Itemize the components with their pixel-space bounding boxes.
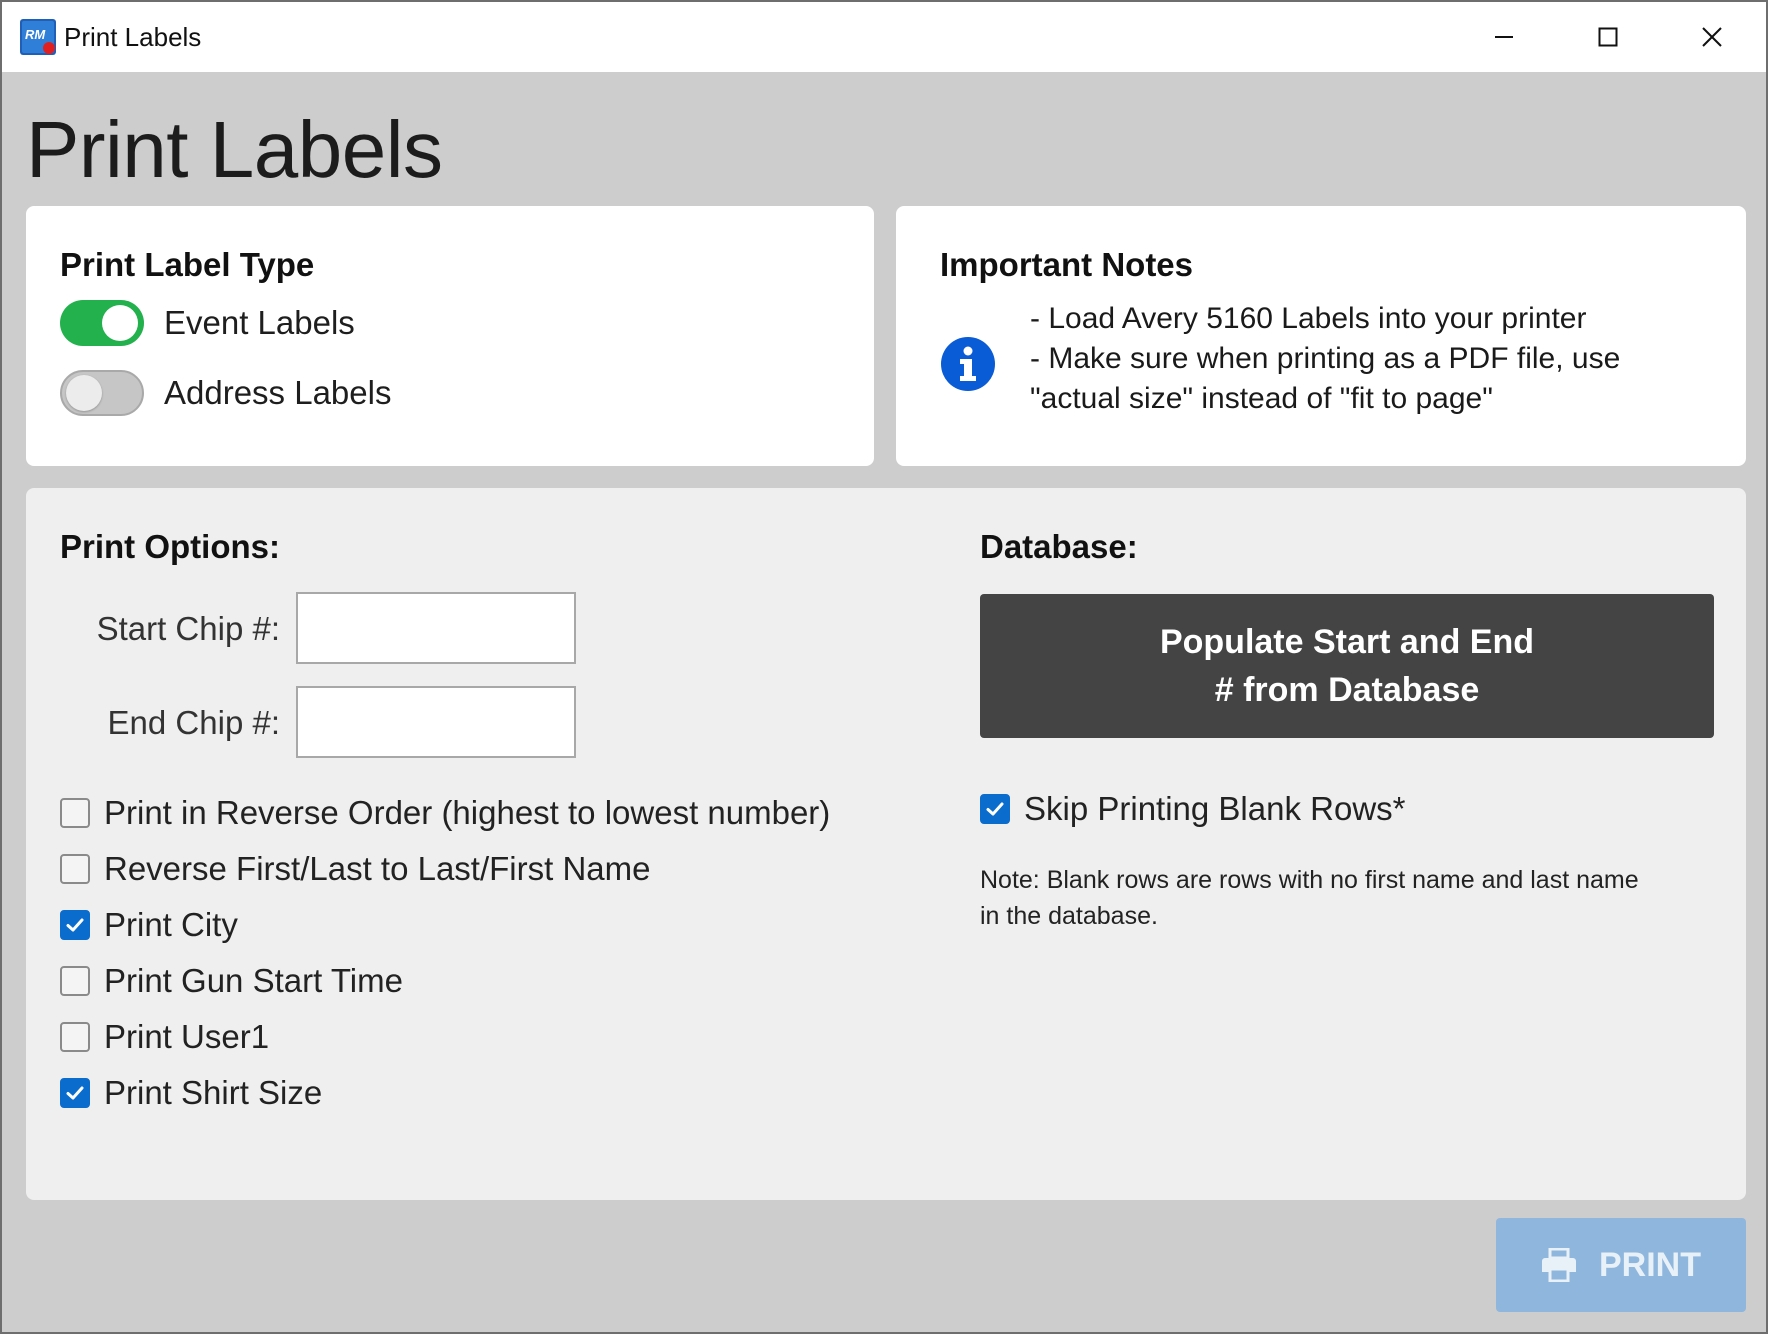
populate-from-database-button[interactable]: Populate Start and End # from Database	[980, 594, 1714, 738]
print-options-heading: Print Options:	[60, 528, 280, 565]
event-labels-toggle[interactable]	[60, 300, 144, 346]
minimize-button[interactable]	[1452, 2, 1556, 72]
info-icon	[941, 337, 995, 391]
shirt-size-checkbox-row[interactable]: Print Shirt Size	[60, 1074, 322, 1112]
printer-icon	[1542, 1248, 1576, 1282]
reverse-order-label: Print in Reverse Order (highest to lowes…	[104, 794, 831, 831]
print-city-label: Print City	[104, 906, 238, 943]
address-labels-label: Address Labels	[164, 374, 392, 411]
svg-text:RM: RM	[25, 27, 46, 42]
print-labels-window: RM Print Labels Print Labels Print Label…	[0, 0, 1768, 1334]
maximize-icon	[1598, 27, 1618, 47]
reverse-name-checkbox[interactable]	[60, 854, 90, 884]
checkmark-icon	[986, 802, 1004, 816]
user1-checkbox-row[interactable]: Print User1	[60, 1018, 269, 1056]
print-options-card: Print Options: Start Chip #: End Chip #:…	[26, 488, 1746, 1200]
end-chip-input[interactable]	[296, 686, 576, 758]
blank-rows-note-line-1: Note: Blank rows are rows with no first …	[980, 866, 1639, 894]
database-heading: Database:	[980, 528, 1138, 565]
reverse-order-checkbox[interactable]	[60, 798, 90, 828]
print-city-checkbox-row[interactable]: Print City	[60, 906, 238, 944]
start-chip-label: Start Chip #:	[96, 610, 280, 647]
event-labels-label: Event Labels	[164, 304, 355, 341]
page-title: Print Labels	[26, 105, 443, 194]
reverse-order-checkbox-row[interactable]: Print in Reverse Order (highest to lowes…	[60, 794, 830, 832]
populate-button-line-1: Populate Start and End	[1159, 623, 1535, 661]
event-labels-toggle-row[interactable]: Event Labels	[60, 300, 355, 346]
skip-blank-rows-label: Skip Printing Blank Rows*	[1024, 790, 1406, 827]
start-chip-input[interactable]	[296, 592, 576, 664]
skip-blank-rows-checkbox[interactable]	[980, 794, 1010, 824]
gun-start-checkbox-row[interactable]: Print Gun Start Time	[60, 962, 403, 1000]
window-title: Print Labels	[64, 22, 202, 52]
checkmark-icon	[66, 1086, 84, 1100]
note-line-3: "actual size" instead of "fit to page"	[1030, 382, 1493, 415]
title-bar: RM Print Labels	[2, 2, 1766, 72]
print-button-label: PRINT	[1599, 1245, 1701, 1284]
maximize-button[interactable]	[1556, 2, 1660, 72]
populate-button-line-2: # from Database	[1214, 671, 1480, 709]
gun-start-label: Print Gun Start Time	[104, 962, 403, 999]
blank-rows-note-line-2: in the database.	[980, 902, 1158, 930]
note-line-2: - Make sure when printing as a PDF file,…	[1030, 342, 1621, 375]
address-labels-toggle-row[interactable]: Address Labels	[60, 370, 391, 416]
note-line-1: - Load Avery 5160 Labels into your print…	[1030, 302, 1587, 335]
shirt-size-checkbox[interactable]	[60, 1078, 90, 1108]
user1-label: Print User1	[104, 1018, 270, 1055]
important-notes-heading: Important Notes	[940, 246, 1194, 283]
skip-blank-rows-checkbox-row[interactable]: Skip Printing Blank Rows*	[980, 790, 1406, 828]
gun-start-checkbox[interactable]	[60, 966, 90, 996]
minimize-icon	[1495, 36, 1513, 38]
label-type-card: Print Label Type Event Labels Address La…	[26, 206, 874, 466]
address-labels-toggle[interactable]	[60, 370, 144, 416]
shirt-size-label: Print Shirt Size	[104, 1074, 323, 1111]
label-type-heading: Print Label Type	[60, 246, 315, 283]
reverse-name-label: Reverse First/Last to Last/First Name	[104, 850, 651, 887]
print-button[interactable]: PRINT	[1496, 1218, 1746, 1312]
print-city-checkbox[interactable]	[60, 910, 90, 940]
app-icon: RM	[20, 19, 56, 55]
checkmark-icon	[66, 918, 84, 932]
close-button[interactable]	[1660, 2, 1764, 72]
reverse-name-checkbox-row[interactable]: Reverse First/Last to Last/First Name	[60, 850, 650, 888]
end-chip-label: End Chip #:	[107, 704, 280, 741]
important-notes-card: Important Notes - Load Avery 5160 Labels…	[896, 206, 1746, 466]
close-icon	[1702, 27, 1722, 47]
user1-checkbox[interactable]	[60, 1022, 90, 1052]
